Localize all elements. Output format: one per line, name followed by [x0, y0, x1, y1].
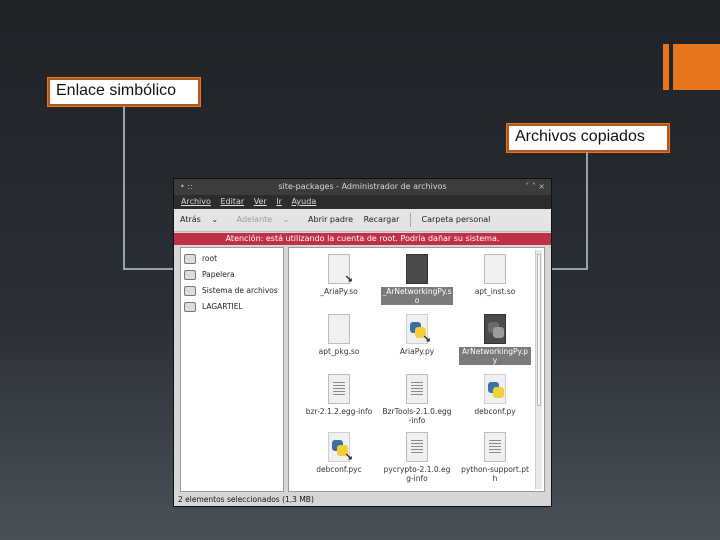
- file-name: ArNetworkingPy.py: [459, 347, 531, 365]
- toolbar: Atrás ⌄ Adelante ⌄ Abrir padre Recargar …: [174, 209, 551, 232]
- connector-right-vertical: [586, 152, 588, 270]
- sidebar-item-label: Papelera: [202, 270, 235, 279]
- file-name: debconf.pyc: [316, 465, 362, 474]
- menu-bar: Archivo Editar Ver Ir Ayuda: [174, 195, 551, 209]
- file-item[interactable]: apt_pkg.so: [301, 314, 377, 356]
- menu-ver[interactable]: Ver: [254, 197, 267, 206]
- accent-block: [673, 44, 720, 90]
- file-item[interactable]: pycrypto-2.1.0.egg-info: [379, 432, 455, 483]
- file-item[interactable]: debconf.py: [457, 374, 533, 416]
- chevron-down-icon[interactable]: ⌄: [211, 215, 218, 224]
- sidebar-item-label: root: [202, 254, 218, 263]
- file-item[interactable]: _AriaPy.so: [301, 254, 377, 296]
- sidebar-item-trash[interactable]: Papelera: [181, 267, 283, 283]
- file-item[interactable]: BzrTools-2.1.0.egg-info: [379, 374, 455, 425]
- disk-icon: [184, 302, 196, 312]
- title-bar[interactable]: • :: site-packages - Administrador de ar…: [174, 179, 551, 195]
- document-link-icon: [328, 254, 353, 285]
- window-title: site-packages - Administrador de archivo…: [278, 182, 447, 191]
- menu-editar[interactable]: Editar: [220, 197, 244, 206]
- file-name: BzrTools-2.1.0.egg-info: [382, 407, 452, 425]
- file-name: _AriaPy.so: [320, 287, 358, 296]
- text-file-link-icon: [484, 432, 506, 462]
- status-bar-text: 2 elementos seleccionados (1,3 MB): [178, 495, 314, 504]
- sidebar-item-lagartiel[interactable]: LAGARTIEL: [181, 299, 283, 315]
- sidebar: root Papelera Sistema de archivos LAGART…: [180, 247, 284, 492]
- callout-symbolic-link: Enlace simbólico: [48, 78, 200, 106]
- file-name: apt_pkg.so: [318, 347, 360, 356]
- sidebar-item-filesystem[interactable]: Sistema de archivos: [181, 283, 283, 299]
- window-body: root Papelera Sistema de archivos LAGART…: [180, 247, 545, 492]
- sidebar-item-label: Sistema de archivos: [202, 286, 278, 295]
- connector-left-vertical: [123, 106, 125, 270]
- file-item[interactable]: apt_inst.so: [457, 254, 533, 296]
- scrollbar-thumb[interactable]: [537, 254, 541, 406]
- menu-ir[interactable]: Ir: [276, 197, 282, 206]
- back-button[interactable]: Atrás ⌄: [180, 215, 226, 224]
- text-file-link-icon: [406, 432, 428, 462]
- file-name: debconf.py: [474, 407, 516, 416]
- document-dark-icon: [406, 254, 428, 284]
- drive-icon: [184, 286, 196, 296]
- file-name: AriaPy.py: [399, 347, 435, 356]
- accent-bar: [663, 44, 669, 90]
- file-item-selected[interactable]: ArNetworkingPy.py: [457, 314, 533, 365]
- menu-ayuda[interactable]: Ayuda: [292, 197, 317, 206]
- python-file-dark-icon: [484, 314, 506, 344]
- file-name: python-support.pth: [461, 465, 529, 483]
- file-manager-window: • :: site-packages - Administrador de ar…: [173, 178, 552, 507]
- file-name: bzr-2.1.2.egg-info: [305, 407, 373, 416]
- home-folder-icon: [184, 254, 196, 264]
- home-folder-button[interactable]: Carpeta personal: [422, 215, 491, 224]
- file-item[interactable]: bzr-2.1.2.egg-info: [301, 374, 377, 416]
- open-parent-button[interactable]: Abrir padre: [308, 215, 353, 224]
- forward-label: Adelante: [236, 215, 273, 224]
- trash-icon: [184, 270, 196, 280]
- root-warning-banner: Atención: está utilizando la cuenta de r…: [174, 233, 551, 245]
- sidebar-item-root[interactable]: root: [181, 251, 283, 267]
- forward-button[interactable]: Adelante ⌄: [237, 215, 298, 224]
- file-item-selected[interactable]: _ArNetworkingPy.so: [379, 254, 455, 305]
- file-item[interactable]: AriaPy.py: [379, 314, 455, 356]
- text-file-link-icon: [406, 374, 428, 404]
- file-item[interactable]: python-support.pth: [457, 432, 533, 483]
- file-view[interactable]: _AriaPy.so _ArNetworkingPy.so apt_inst.s…: [288, 247, 545, 492]
- toolbar-separator: [409, 212, 411, 227]
- reload-button[interactable]: Recargar: [364, 215, 400, 224]
- document-icon: [484, 254, 506, 284]
- file-name: apt_inst.so: [474, 287, 516, 296]
- window-controls[interactable]: ˅ ˄ ×: [525, 179, 545, 195]
- file-name: pycrypto-2.1.0.egg-info: [383, 465, 451, 483]
- back-label: Atrás: [180, 215, 201, 224]
- chevron-down-icon[interactable]: ⌄: [283, 215, 290, 224]
- sidebar-item-label: LAGARTIEL: [202, 302, 243, 311]
- python-file-icon: [484, 374, 506, 404]
- python-file-link-icon: [406, 314, 431, 345]
- file-name: _ArNetworkingPy.so: [381, 287, 453, 305]
- menu-archivo[interactable]: Archivo: [181, 197, 211, 206]
- callout-copied-files: Archivos copiados: [507, 124, 669, 152]
- vertical-scrollbar[interactable]: [535, 250, 542, 489]
- file-item[interactable]: debconf.pyc: [301, 432, 377, 474]
- python-file-link-icon: [328, 432, 353, 463]
- document-icon: [328, 314, 350, 344]
- text-file-link-icon: [328, 374, 350, 404]
